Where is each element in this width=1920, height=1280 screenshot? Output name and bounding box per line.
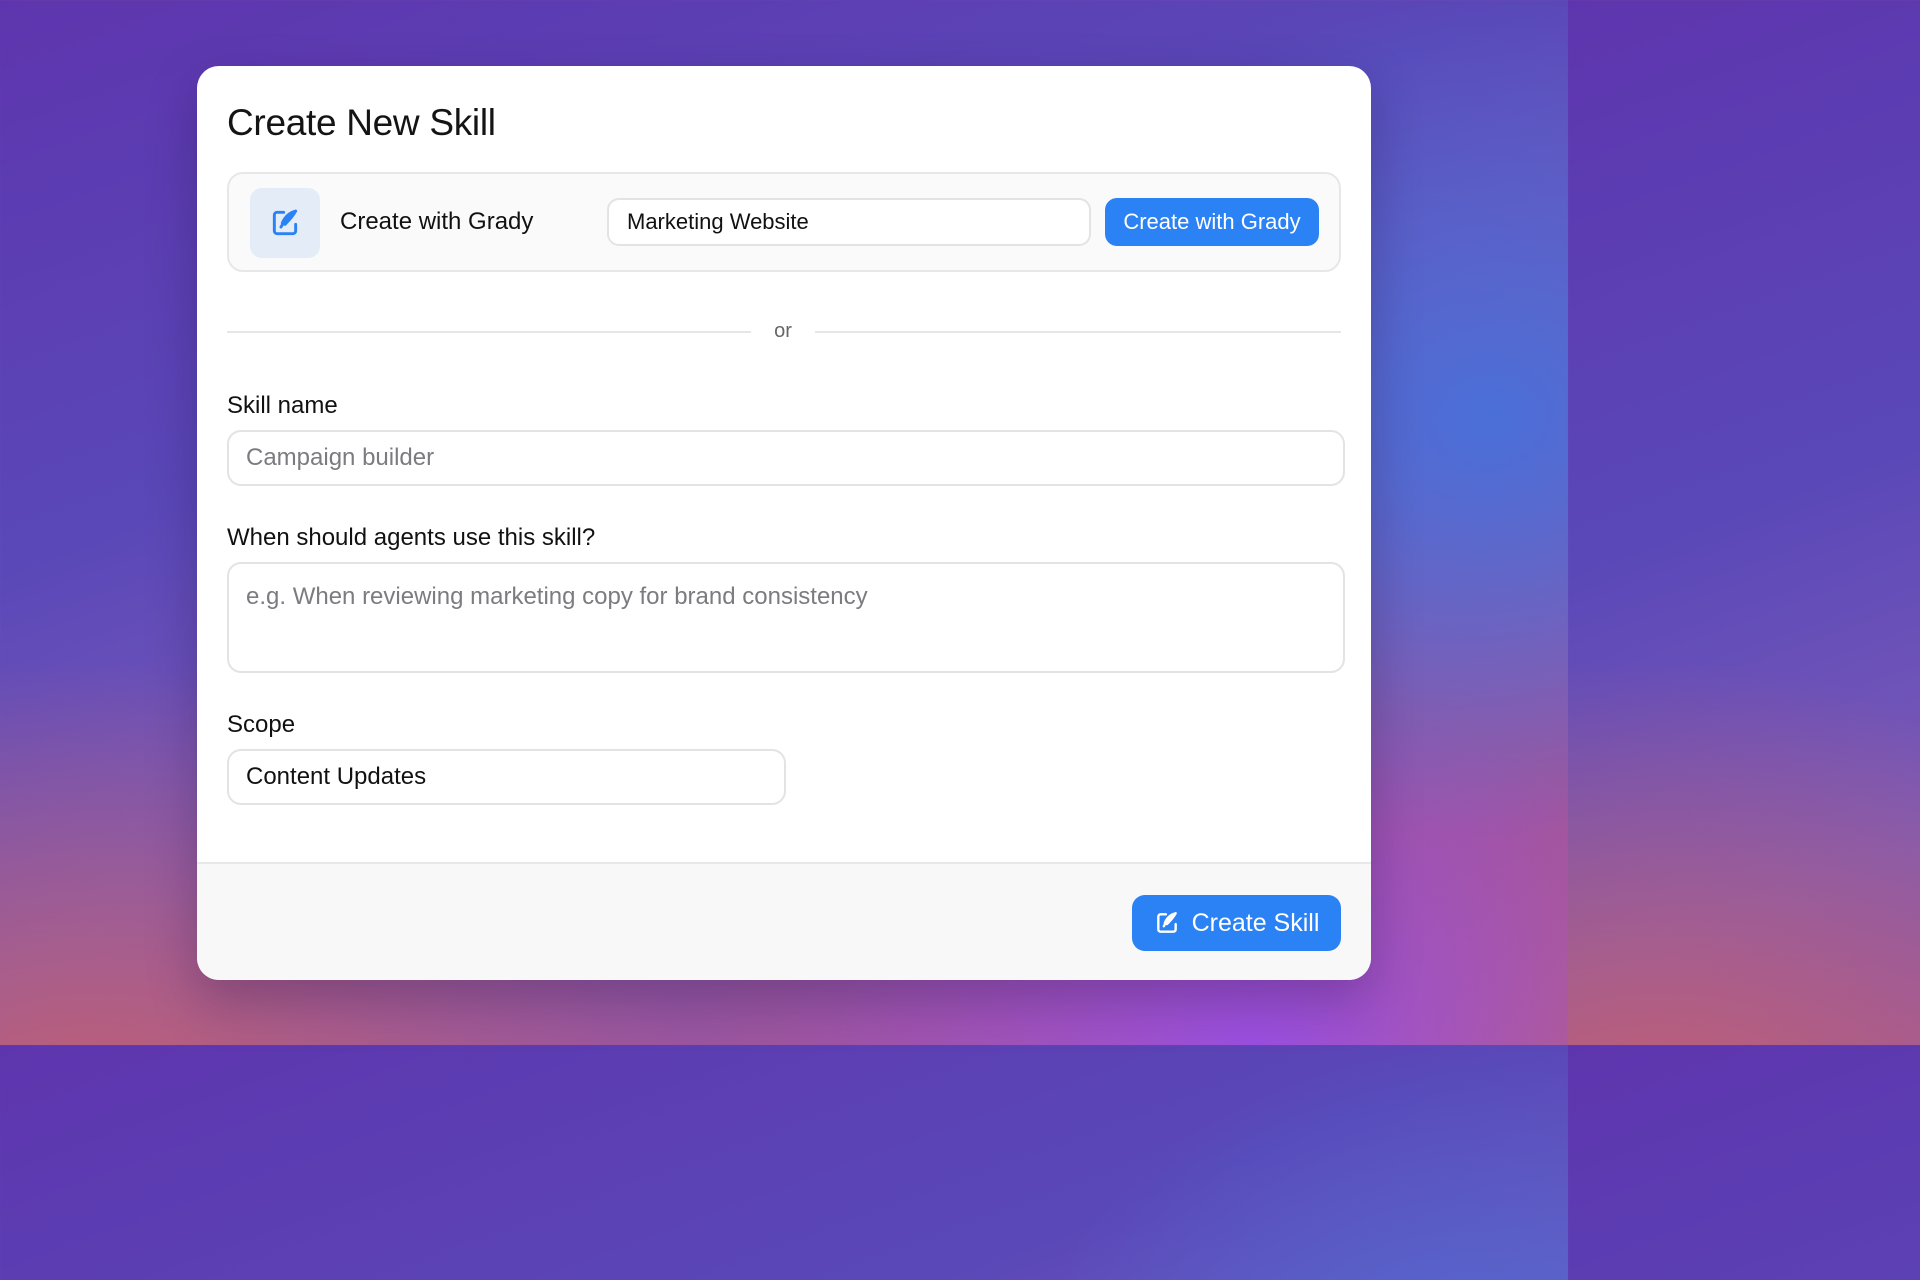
scope-label: Scope xyxy=(227,711,296,738)
create-skill-dialog: Create New Skill Create with Grady Creat… xyxy=(197,66,1371,980)
create-skill-label: Create Skill xyxy=(1191,908,1320,937)
scope-input[interactable] xyxy=(227,749,786,805)
divider-line-left xyxy=(227,331,751,333)
skill-name-input[interactable] xyxy=(227,430,1345,486)
divider-or-text: or xyxy=(774,320,792,342)
grady-label: Create with Grady xyxy=(340,208,534,235)
edit-pen-icon xyxy=(272,209,298,236)
skill-name-label: Skill name xyxy=(227,392,338,419)
when-to-use-label: When should agents use this skill? xyxy=(227,524,596,551)
dialog-footer: Create Skill xyxy=(197,862,1371,980)
edit-pen-icon xyxy=(1156,912,1177,933)
create-skill-button[interactable]: Create Skill xyxy=(1132,895,1341,951)
grady-icon-container xyxy=(250,188,320,258)
create-with-grady-panel: Create with Grady Create with Grady xyxy=(227,172,1341,272)
when-to-use-textarea[interactable] xyxy=(227,562,1345,673)
divider-line-right xyxy=(815,331,1341,333)
dialog-title: Create New Skill xyxy=(227,102,496,143)
create-with-grady-button[interactable]: Create with Grady xyxy=(1105,198,1319,246)
grady-prompt-input[interactable] xyxy=(607,198,1091,246)
